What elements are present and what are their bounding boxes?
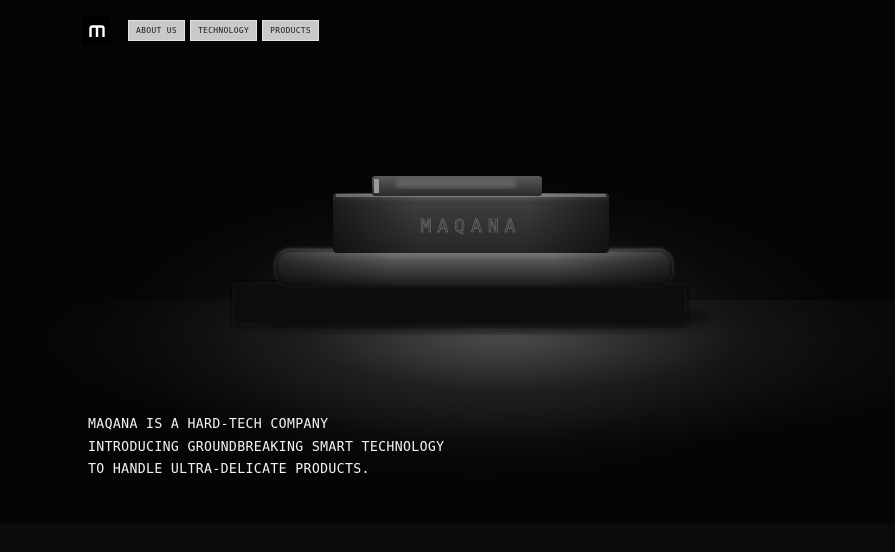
section-divider [0,524,895,552]
nav-technology-button[interactable]: TECHNOLOGY [189,20,258,41]
nav-about-us-button[interactable]: ABOUT US [128,20,185,41]
nav-products-button[interactable]: PRODUCTS [262,20,320,41]
top-nav: ABOUT US TECHNOLOGY PRODUCTS [128,20,320,41]
logo[interactable] [82,17,111,45]
hero-tagline: MAQANA IS A HARD-TECH COMPANY INTRODUCIN… [88,414,444,482]
tagline-line-3: TO HANDLE ULTRA-DELICATE PRODUCTS. [88,462,370,477]
hero-section: MAQANA ABOUT US TECHNOLOGY PRODUCTS MAQA… [0,0,895,524]
device-plinth [232,282,687,326]
device-port-icon [374,179,379,193]
device-engraving: MAQANA [420,216,521,237]
tagline-line-1: MAQANA IS A HARD-TECH COMPANY [88,417,329,432]
maqana-m-logo-icon [88,24,105,37]
tagline-line-2: INTRODUCING GROUNDBREAKING SMART TECHNOL… [88,439,445,455]
